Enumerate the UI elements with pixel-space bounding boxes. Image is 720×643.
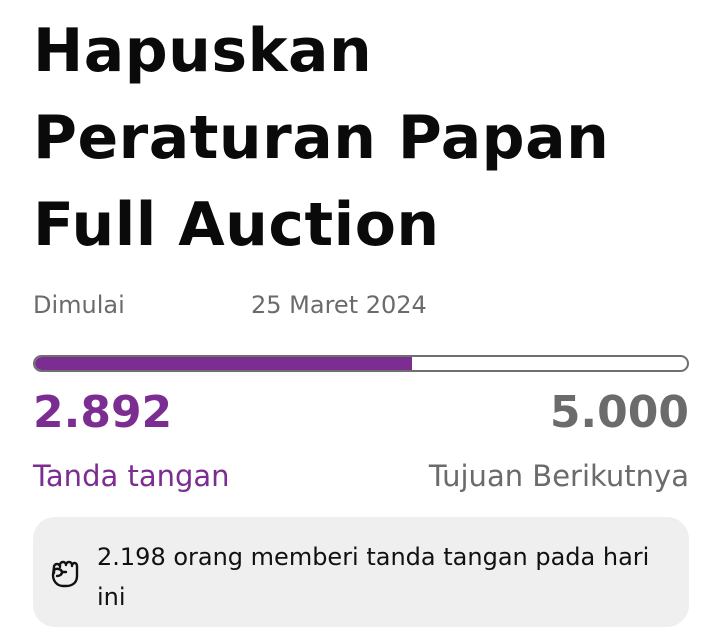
signature-goal: 5.000 (549, 387, 689, 438)
signature-count-label: Tanda tangan (33, 459, 230, 493)
signature-progress-bar (33, 355, 689, 372)
started-row: Dimulai 25 Maret 2024 (33, 289, 689, 321)
petition-card: Hapuskan Peraturan Papan Full Auction Di… (33, 0, 689, 643)
signature-count: 2.892 (33, 387, 173, 438)
today-signatures-text: 2.198 orang memberi tanda tangan pada ha… (97, 543, 650, 611)
started-date: 25 Maret 2024 (251, 291, 427, 319)
petition-title: Hapuskan Peraturan Papan Full Auction (33, 16, 610, 260)
signature-goal-label: Tujuan Berikutnya (428, 459, 689, 493)
today-signatures-box: 2.198 orang memberi tanda tangan pada ha… (33, 517, 689, 627)
raised-fist-icon (50, 554, 80, 588)
started-label: Dimulai (33, 291, 125, 319)
signature-progress-fill (35, 357, 412, 370)
